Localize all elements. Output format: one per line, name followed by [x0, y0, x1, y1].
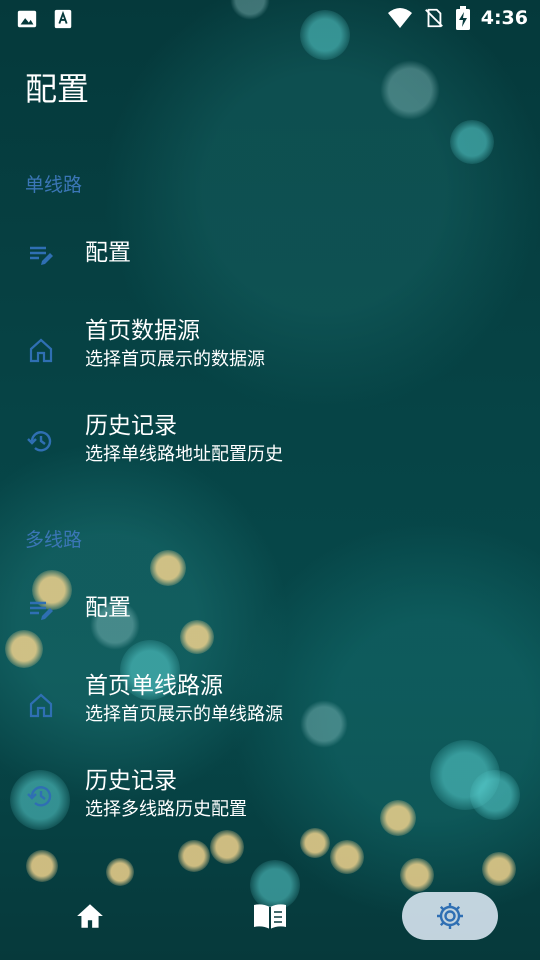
item-subtitle: 选择多线路历史配置: [85, 799, 247, 820]
item-title: 历史记录: [85, 768, 177, 794]
multi-line-history-item[interactable]: 历史记录 选择多线路历史配置: [0, 760, 540, 840]
wifi-icon: [387, 8, 412, 28]
item-subtitle: 选择单线路地址配置历史: [85, 444, 283, 465]
multi-line-config-item[interactable]: 配置: [0, 580, 540, 640]
history-icon: [27, 431, 52, 452]
item-title: 首页数据源: [85, 318, 200, 344]
single-line-history-item[interactable]: 历史记录 选择单线路地址配置历史: [0, 405, 540, 485]
edit-list-icon: [30, 601, 53, 620]
no-sim-icon: [424, 8, 443, 28]
item-title: 首页单线路源: [85, 673, 223, 699]
item-title: 配置: [85, 240, 131, 266]
item-title: 配置: [85, 595, 131, 621]
multi-line-homepage-source-item[interactable]: 首页单线路源 选择首页展示的单线路源: [0, 665, 540, 745]
edit-list-icon: [30, 246, 53, 265]
text-icon: [54, 9, 72, 29]
home-icon: [77, 904, 103, 928]
item-title: 历史记录: [85, 413, 177, 439]
section-header-single-line: 单线路: [25, 174, 83, 196]
home-icon: [29, 338, 53, 363]
home-icon: [29, 693, 53, 718]
nav-settings-button[interactable]: [402, 892, 498, 940]
nav-library-button[interactable]: [240, 892, 300, 940]
history-icon: [27, 786, 52, 807]
page-title: 配置: [25, 70, 90, 108]
item-subtitle: 选择首页展示的数据源: [85, 349, 265, 370]
settings-icon: [437, 903, 463, 929]
book-icon: [254, 904, 286, 929]
section-header-multi-line: 多线路: [25, 529, 83, 551]
item-subtitle: 选择首页展示的单线路源: [85, 704, 283, 725]
status-time: 4:36: [480, 7, 528, 29]
status-bar: 4:36: [0, 0, 540, 36]
nav-home-button[interactable]: [60, 892, 120, 940]
battery-charging-icon: [455, 6, 470, 30]
image-icon: [17, 10, 37, 28]
single-line-homepage-source-item[interactable]: 首页数据源 选择首页展示的数据源: [0, 310, 540, 390]
single-line-config-item[interactable]: 配置: [0, 225, 540, 285]
bottom-navigation: [0, 880, 540, 960]
